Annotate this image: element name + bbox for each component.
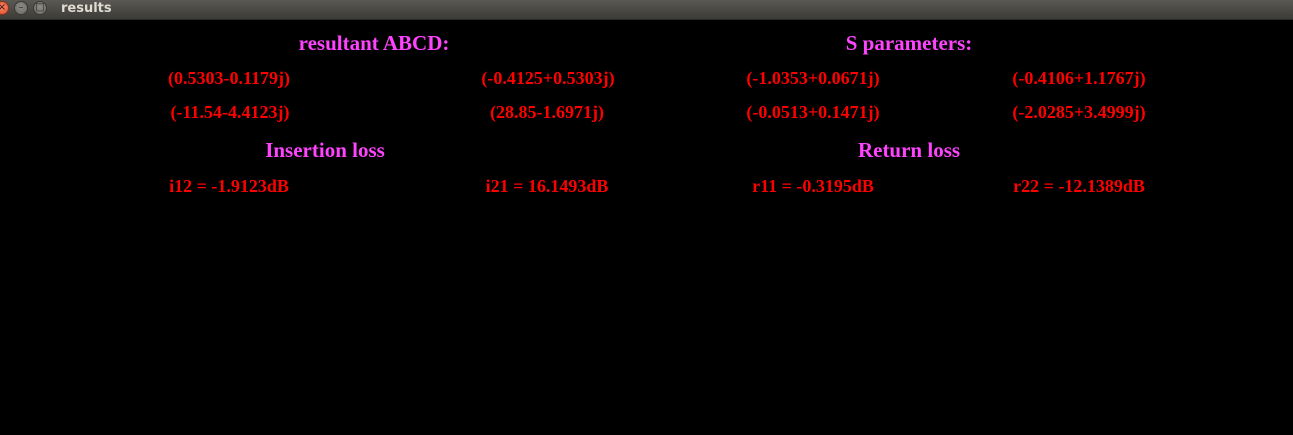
insertion-loss-heading: Insertion loss	[265, 138, 385, 162]
abcd-a-value: (0.5303-0.1179j)	[168, 68, 290, 88]
abcd-c-value: (-11.54-4.4123j)	[170, 102, 290, 122]
i12-value: i12 = -1.9123dB	[169, 176, 289, 196]
s12-value: (-0.4106+1.1767j)	[1012, 68, 1146, 88]
minimize-button[interactable]: –	[14, 1, 28, 15]
r22-value: r22 = -12.1389dB	[1013, 176, 1145, 196]
window-title: results	[61, 1, 112, 16]
maximize-button[interactable]: □	[33, 1, 47, 15]
s21-value: (-0.0513+0.1471j)	[746, 102, 880, 122]
i21-value: i21 = 16.1493dB	[485, 176, 609, 196]
return-loss-heading: Return loss	[857, 138, 961, 162]
abcd-d-value: (28.85-1.6971j)	[490, 102, 604, 122]
close-icon: ×	[0, 2, 7, 13]
title-bar[interactable]: × – □ results	[0, 0, 1293, 20]
abcd-b-value: (-0.4125+0.5303j)	[481, 68, 615, 88]
s22-value: (-2.0285+3.4999j)	[1012, 102, 1146, 122]
s-parameters-heading: S parameters:	[845, 31, 973, 55]
r11-value: r11 = -0.3195dB	[752, 176, 874, 196]
minimize-icon: –	[18, 2, 24, 13]
close-button[interactable]: ×	[0, 1, 9, 15]
s11-value: (-1.0353+0.0671j)	[746, 68, 880, 88]
maximize-icon: □	[35, 2, 45, 13]
results-window: × – □ results resultant ABCD: (0.5303-0.…	[0, 0, 1293, 435]
abcd-heading: resultant ABCD:	[298, 31, 450, 55]
